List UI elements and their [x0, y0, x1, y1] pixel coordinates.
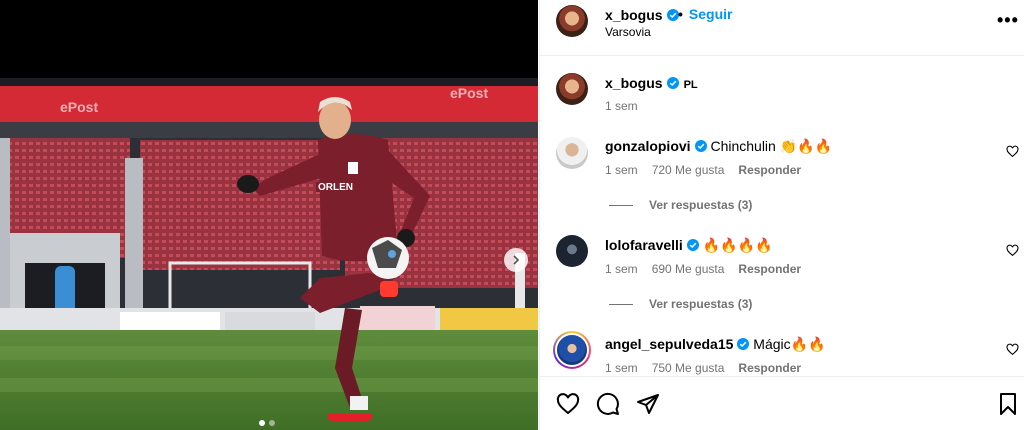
author-avatar[interactable]	[556, 5, 588, 37]
reply-button[interactable]: Responder	[738, 163, 801, 177]
share-icon[interactable]	[636, 392, 660, 416]
post-header: x_bogus • Seguir Varsovia •••	[540, 0, 1024, 56]
post-media: ePost ePost ORLEN	[0, 0, 538, 430]
post-actions-bar	[540, 376, 1024, 430]
svg-text:ePost: ePost	[60, 99, 98, 115]
carousel-dot-active	[259, 420, 265, 426]
comment-timestamp[interactable]: 1 sem	[605, 262, 638, 276]
comment-meta: 1 sem 690 Me gusta Responder	[605, 262, 815, 276]
comment-body: 🔥🔥🔥🔥	[702, 237, 773, 253]
heart-icon[interactable]	[1006, 244, 1019, 257]
post-location[interactable]: Varsovia	[605, 25, 651, 39]
like-heart-icon[interactable]	[556, 392, 580, 416]
more-options-icon[interactable]: •••	[997, 10, 1019, 31]
comment-username[interactable]: lolofaravelli	[605, 237, 683, 253]
caption: x_bogus PL	[605, 75, 698, 91]
post-side-panel: x_bogus • Seguir Varsovia ••• x_bogus PL 1…	[539, 0, 1024, 430]
comment-username[interactable]: angel_sepulveda15	[605, 336, 733, 352]
comment-timestamp[interactable]: 1 sem	[605, 163, 638, 177]
comment-text: lolofaravelli 🔥🔥🔥🔥	[605, 237, 772, 254]
caption-timestamp[interactable]: 1 sem	[605, 99, 638, 113]
caption-username[interactable]: x_bogus	[605, 75, 663, 91]
comment-avatar-image	[555, 333, 589, 367]
comment-body: Mágic🔥🔥	[753, 336, 826, 352]
comment-username[interactable]: gonzalopiovi	[605, 138, 691, 154]
author-username[interactable]: x_bogus	[605, 7, 679, 23]
post-photo: ePost ePost ORLEN	[0, 78, 538, 430]
comment-like-count[interactable]: 690 Me gusta	[652, 262, 725, 276]
comment-avatar[interactable]	[556, 235, 588, 267]
verified-badge-icon	[666, 9, 679, 21]
comment-like-count[interactable]: 720 Me gusta	[652, 163, 725, 177]
caption-avatar[interactable]	[556, 73, 588, 105]
verified-badge-icon	[737, 338, 750, 350]
verified-badge-icon	[694, 140, 707, 152]
comment-meta: 1 sem 720 Me gusta Responder	[605, 163, 815, 177]
bookmark-icon[interactable]	[996, 392, 1020, 416]
comment-avatar[interactable]	[556, 137, 588, 169]
caption-meta: 1 sem	[605, 99, 652, 113]
verified-badge-icon	[686, 239, 699, 251]
view-replies-button[interactable]: Ver respuestas (3)	[609, 297, 752, 311]
comment-body: Chinchulin 👏🔥🔥	[710, 138, 833, 154]
verified-badge-icon	[666, 77, 679, 89]
view-replies-label[interactable]: Ver respuestas (3)	[649, 297, 752, 311]
replies-divider	[609, 304, 633, 305]
svg-text:ORLEN: ORLEN	[318, 182, 353, 193]
comments-list: x_bogus PL 1 sem gonzalopiovi Chinchulin …	[540, 57, 1024, 375]
chevron-right-icon	[513, 255, 520, 265]
comment-avatar-story[interactable]	[553, 331, 591, 369]
comment-meta: 1 sem 750 Me gusta Responder	[605, 361, 815, 375]
follow-label[interactable]: Seguir	[689, 6, 733, 22]
follow-separator: •	[678, 6, 683, 22]
caption-text: PL	[683, 79, 698, 91]
reply-button[interactable]: Responder	[738, 361, 801, 375]
carousel-indicator	[259, 420, 275, 426]
heart-icon[interactable]	[1006, 145, 1019, 158]
reply-button[interactable]: Responder	[738, 262, 801, 276]
comment-like-count[interactable]: 750 Me gusta	[652, 361, 725, 375]
comment-timestamp[interactable]: 1 sem	[605, 361, 638, 375]
view-replies-button[interactable]: Ver respuestas (3)	[609, 198, 752, 212]
comment-text: angel_sepulveda15 Mágic🔥🔥	[605, 336, 826, 353]
svg-text:ePost: ePost	[450, 85, 488, 101]
view-replies-label[interactable]: Ver respuestas (3)	[649, 198, 752, 212]
replies-divider	[609, 205, 633, 206]
carousel-dot	[269, 420, 275, 426]
comment-text: gonzalopiovi Chinchulin 👏🔥🔥	[605, 138, 832, 155]
next-slide-button[interactable]	[504, 248, 528, 272]
author-username-text[interactable]: x_bogus	[605, 7, 663, 23]
follow-button[interactable]: • Seguir	[678, 6, 732, 22]
heart-icon[interactable]	[1006, 343, 1019, 356]
comment-icon[interactable]	[596, 392, 620, 416]
